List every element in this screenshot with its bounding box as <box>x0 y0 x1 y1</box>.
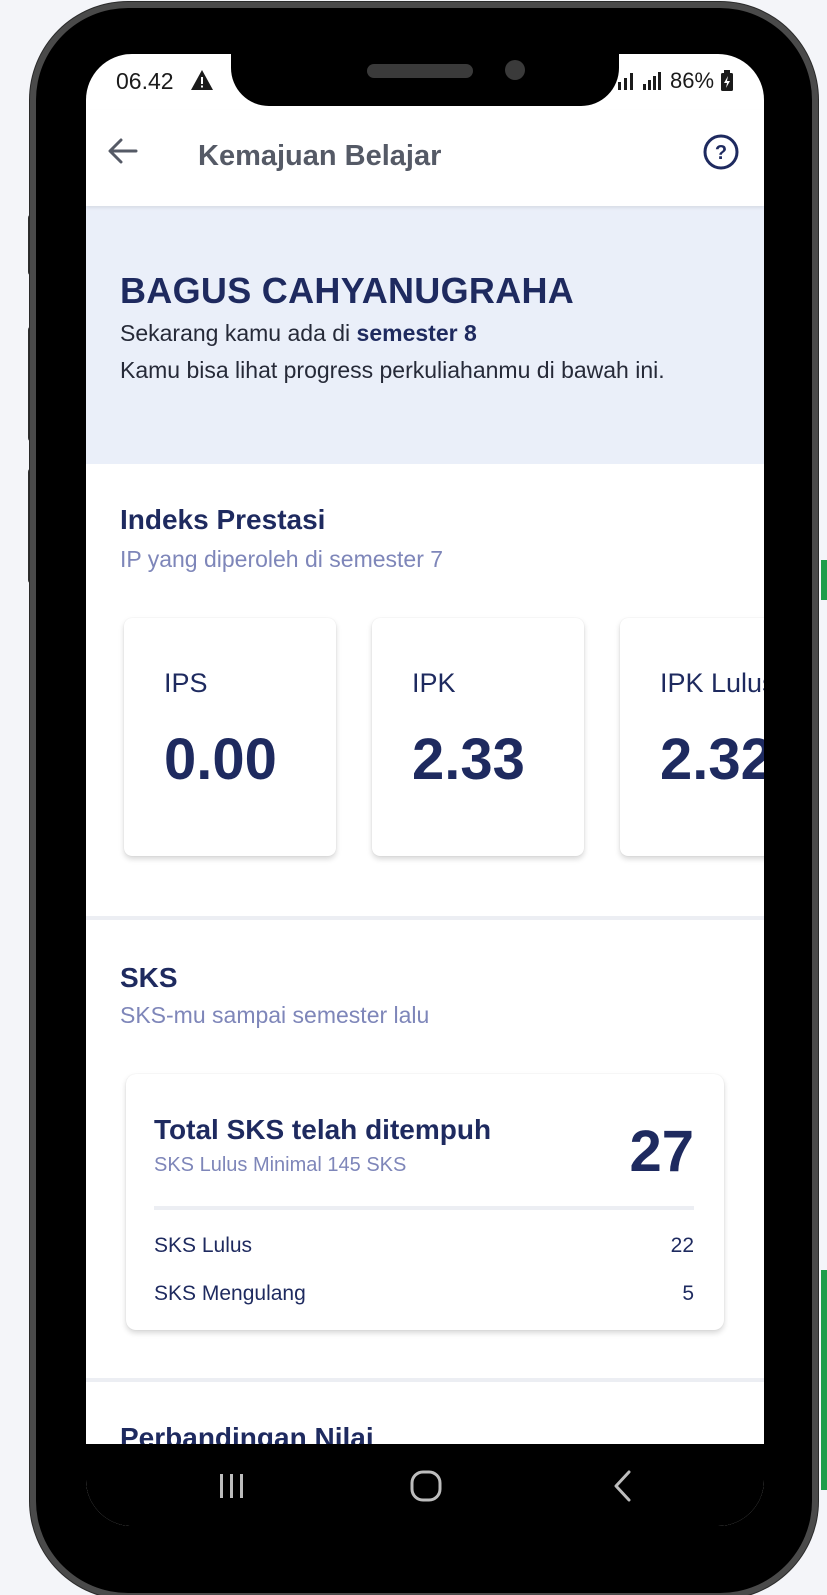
semester-info: Sekarang kamu ada di semester 8 <box>120 320 477 347</box>
scroll-content[interactable]: BAGUS CAHYANUGRAHA Sekarang kamu ada di … <box>86 206 764 1444</box>
hero-description: Kamu bisa lihat progress perkuliahanmu d… <box>120 357 665 383</box>
background-edge-left <box>821 560 827 600</box>
ip-card-value: 0.00 <box>164 727 277 792</box>
sks-total-value: 27 <box>629 1119 694 1184</box>
sks-row-value: 5 <box>682 1282 694 1305</box>
background-edge-right <box>821 1270 827 1490</box>
ips-card[interactable]: IPS 0.00 <box>124 618 336 856</box>
page-title: Kemajuan Belajar <box>198 140 442 172</box>
system-nav-bar <box>86 1444 764 1526</box>
status-time: 06.42 <box>116 68 174 94</box>
arrow-left-icon[interactable] <box>106 134 140 168</box>
front-camera <box>505 60 525 80</box>
ip-card-value: 2.32 <box>660 727 764 792</box>
status-bar: 06.42 86% <box>86 54 764 110</box>
camera-notch <box>231 54 619 106</box>
home-icon[interactable] <box>406 1466 446 1506</box>
student-hero: BAGUS CAHYANUGRAHA Sekarang kamu ada di … <box>86 206 764 464</box>
semester-prefix: Sekarang kamu ada di <box>120 320 357 346</box>
battery-percentage: 86% <box>670 68 715 93</box>
section-divider <box>86 916 764 920</box>
app-bar: Kemajuan Belajar ? <box>86 110 764 206</box>
ipk-lulus-card[interactable]: IPK Lulus 2.32 <box>620 618 764 856</box>
ip-section-title: Indeks Prestasi <box>120 504 326 535</box>
svg-text:?: ? <box>715 142 727 164</box>
student-name: BAGUS CAHYANUGRAHA <box>120 270 575 311</box>
chevron-left-icon[interactable] <box>604 1466 644 1506</box>
sks-row-label: SKS Lulus <box>154 1234 253 1257</box>
sks-row-label: SKS Mengulang <box>154 1282 306 1305</box>
ip-card-value: 2.33 <box>412 727 525 792</box>
speaker-grille <box>367 64 473 78</box>
sks-summary-card: Total SKS telah ditempuh SKS Lulus Minim… <box>126 1074 724 1330</box>
ip-card-label: IPK <box>412 668 456 698</box>
signal-icon <box>618 73 633 90</box>
card-divider <box>154 1206 694 1210</box>
comparison-section-title: Perbandingan Nilai <box>120 1422 374 1444</box>
warning-icon <box>191 70 213 90</box>
ip-card-label: IPS <box>164 668 208 698</box>
sks-section-subtitle: SKS-mu sampai semester lalu <box>120 1002 430 1028</box>
ip-section-subtitle: IP yang diperoleh di semester 7 <box>120 546 444 572</box>
sks-total-title: Total SKS telah ditempuh <box>154 1114 492 1145</box>
semester-value: semester 8 <box>356 320 477 346</box>
section-divider <box>86 1378 764 1382</box>
ipk-card[interactable]: IPK 2.33 <box>372 618 584 856</box>
sks-total-subtitle: SKS Lulus Minimal 145 SKS <box>154 1154 407 1176</box>
ip-card-label: IPK Lulus <box>660 668 764 698</box>
sks-section-title: SKS <box>120 962 178 993</box>
phone-screen: 06.42 86% Kemajuan Belajar ? BAGUS CAHYA… <box>86 54 764 1526</box>
recents-icon[interactable] <box>212 1466 252 1506</box>
battery-icon <box>721 70 733 91</box>
sks-row-value: 22 <box>670 1234 694 1257</box>
signal-icon <box>643 72 661 90</box>
question-circle-icon[interactable]: ? <box>702 133 740 171</box>
